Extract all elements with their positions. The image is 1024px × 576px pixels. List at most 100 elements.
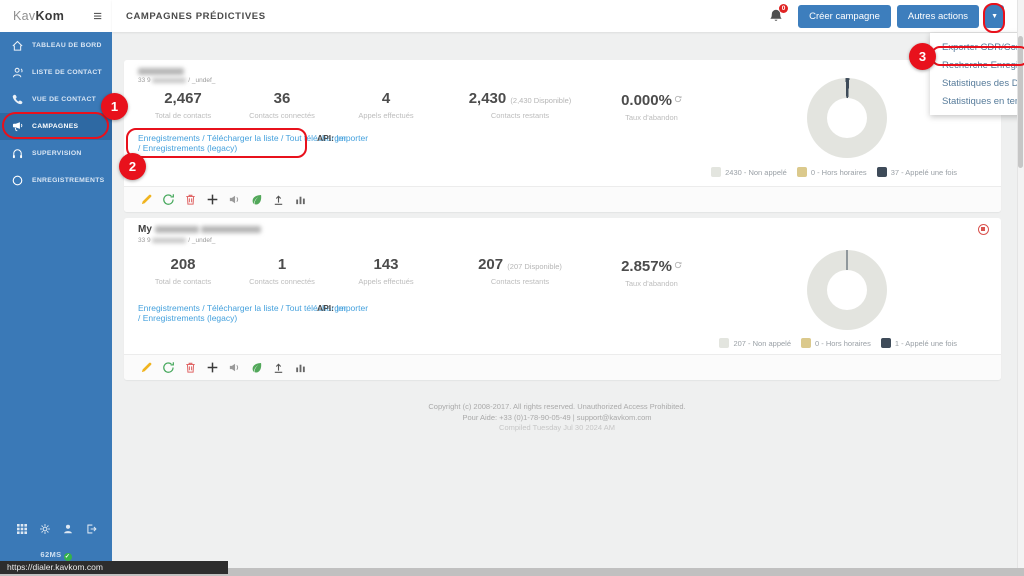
other-actions-caret-button[interactable]: ▼ [985,5,1004,28]
user-icon[interactable] [62,522,74,534]
links-line1[interactable]: Enregistrements / Télécharger la liste /… [138,303,347,313]
refresh-rate-icon[interactable] [674,90,682,98]
legend-swatch-hors-horaires [797,167,807,177]
sidebar-item-enregistrements[interactable]: ENREGISTREMENTS [0,167,112,194]
create-campaign-button[interactable]: Créer campagne [798,5,891,28]
edit-button[interactable] [140,193,153,206]
api-label: API: [317,303,334,313]
stop-campaign-icon[interactable] [978,224,989,235]
campaign-toolbar [124,354,1001,380]
leaf-icon [250,193,263,206]
support-line: Pour Aide: +33 (0)1-78-90-05-49 | suppor… [112,413,1002,424]
notifications-button[interactable]: 0 [768,8,784,24]
scrollbar-thumb[interactable] [1018,36,1023,168]
stat-label: Taux d'abandon [604,113,699,122]
refresh-icon [162,193,175,206]
sidebar-item-campagnes[interactable]: CAMPAGNES [0,113,112,140]
sidebar-item-liste-de-contact[interactable]: LISTE DE CONTACT [0,59,112,86]
subtitle-prefix: 33 9 [138,77,151,84]
chevron-down-icon: ▼ [991,13,998,20]
speaker-icon [228,361,241,374]
legend-swatch-non-appele [719,338,729,348]
api-import-link[interactable]: Importer [336,133,368,143]
bar-chart-icon [294,361,307,374]
eco-button[interactable] [250,361,263,374]
links-line2[interactable]: / Enregistrements (legacy) [138,143,237,153]
brand-logo: KavKom [13,9,64,23]
legend-label: 0 - Hors horaires [815,339,871,348]
dialpad-icon[interactable] [16,522,28,534]
refresh-button[interactable] [162,361,175,374]
menu-item-recherche-enregistrements[interactable]: Recherche Enregistrements [930,56,1024,74]
stat-appels-effectues: 4 Appels effectués [336,90,436,122]
links-line2[interactable]: / Enregistrements (legacy) [138,313,237,323]
sidebar-item-vue-de-contact[interactable]: VUE DE CONTACT [0,86,112,113]
stat-taux-abandon: 0.000% Taux d'abandon [604,90,699,122]
campaign-title: My [138,224,261,235]
logout-icon[interactable] [85,522,97,534]
menu-item-statistiques-did[interactable]: Statistiques des DID [930,74,1024,92]
refresh-rate-icon[interactable] [674,256,682,264]
campaign-links[interactable]: Enregistrements / Télécharger la liste /… [138,303,347,324]
campaign-links[interactable]: Enregistrements / Télécharger la liste /… [138,133,347,154]
delete-button[interactable] [184,193,197,206]
campaign-subtitle: 33 9 / _undef_ [138,237,215,244]
donut-hole [827,98,867,138]
latency-value: 62MS [40,550,61,559]
status-url-tooltip: https://dialer.kavkom.com [0,561,228,574]
gear-icon[interactable] [39,522,51,534]
links-line1[interactable]: Enregistrements / Télécharger la liste /… [138,133,347,143]
stat-value: 2,467 [138,90,228,107]
phone-icon [11,93,24,106]
edit-button[interactable] [140,361,153,374]
refresh-button[interactable] [162,193,175,206]
stat-extra: (2,430 Disponible) [510,96,571,105]
add-button[interactable] [206,361,219,374]
record-circle-icon [11,174,24,187]
page-title: CAMPAGNES PRÉDICTIVES [126,11,266,22]
statistics-button[interactable] [294,361,307,374]
sidebar-item-supervision[interactable]: SUPERVISION [0,140,112,167]
add-button[interactable] [206,193,219,206]
api-import-link[interactable]: Importer [336,303,368,313]
stat-label: Total de contacts [138,111,228,120]
stat-extra: (207 Disponible) [507,262,562,271]
menu-item-exporter-cdr[interactable]: Exporter CDR/Contacts [930,38,1024,56]
sidebar-item-tableau-de-bord[interactable]: TABLEAU DE BORD [0,32,112,59]
stat-label: Appels effectués [336,277,436,286]
upload-button[interactable] [272,193,285,206]
trash-icon [184,193,197,206]
scrollbar-track[interactable] [1017,0,1024,576]
menu-item-statistiques-temps-reel[interactable]: Statistiques en temps réel [930,92,1024,110]
sidebar-item-label: LISTE DE CONTACT [32,69,102,76]
notification-badge: 0 [779,4,788,13]
legend-item: 0 - Hors horaires [801,338,871,348]
legend-label: 2430 - Non appelé [725,168,787,177]
trash-icon [184,361,197,374]
stat-total-contacts: 2,467 Total de contacts [138,90,228,122]
api-import: API: Importer [317,133,368,143]
statistics-button[interactable] [294,193,307,206]
sidebar-item-label: SUPERVISION [32,150,82,157]
hamburger-menu-icon[interactable]: ≡ [93,9,102,24]
sidebar-item-label: ENREGISTREMENTS [32,177,104,184]
audio-button[interactable] [228,361,241,374]
stat-value: 0.000% [621,92,672,109]
stat-contacts-connectes: 36 Contacts connectés [228,90,336,122]
campaign-card-1: 33 9 / _undef_ 2,467 Total de contacts 3… [124,60,1001,212]
audio-button[interactable] [228,193,241,206]
stat-appels-effectues: 143 Appels effectués [336,256,436,288]
stats-row: 2,467 Total de contacts 36 Contacts conn… [138,90,699,122]
delete-button[interactable] [184,361,197,374]
upload-button[interactable] [272,361,285,374]
eco-button[interactable] [250,193,263,206]
subtitle-suffix: / _undef_ [188,237,215,244]
stat-total-contacts: 208 Total de contacts [138,256,228,288]
campaign-card-2: My 33 9 / _undef_ 208 Total de contacts … [124,218,1001,380]
legend-item: 2430 - Non appelé [711,167,787,177]
megaphone-icon [11,120,24,133]
logo-bar: KavKom ≡ [0,0,112,32]
stat-contacts-restants: 2,430 (2,430 Disponible) Contacts restan… [436,90,604,122]
donut-hole [827,270,867,310]
other-actions-button[interactable]: Autres actions [897,5,979,28]
